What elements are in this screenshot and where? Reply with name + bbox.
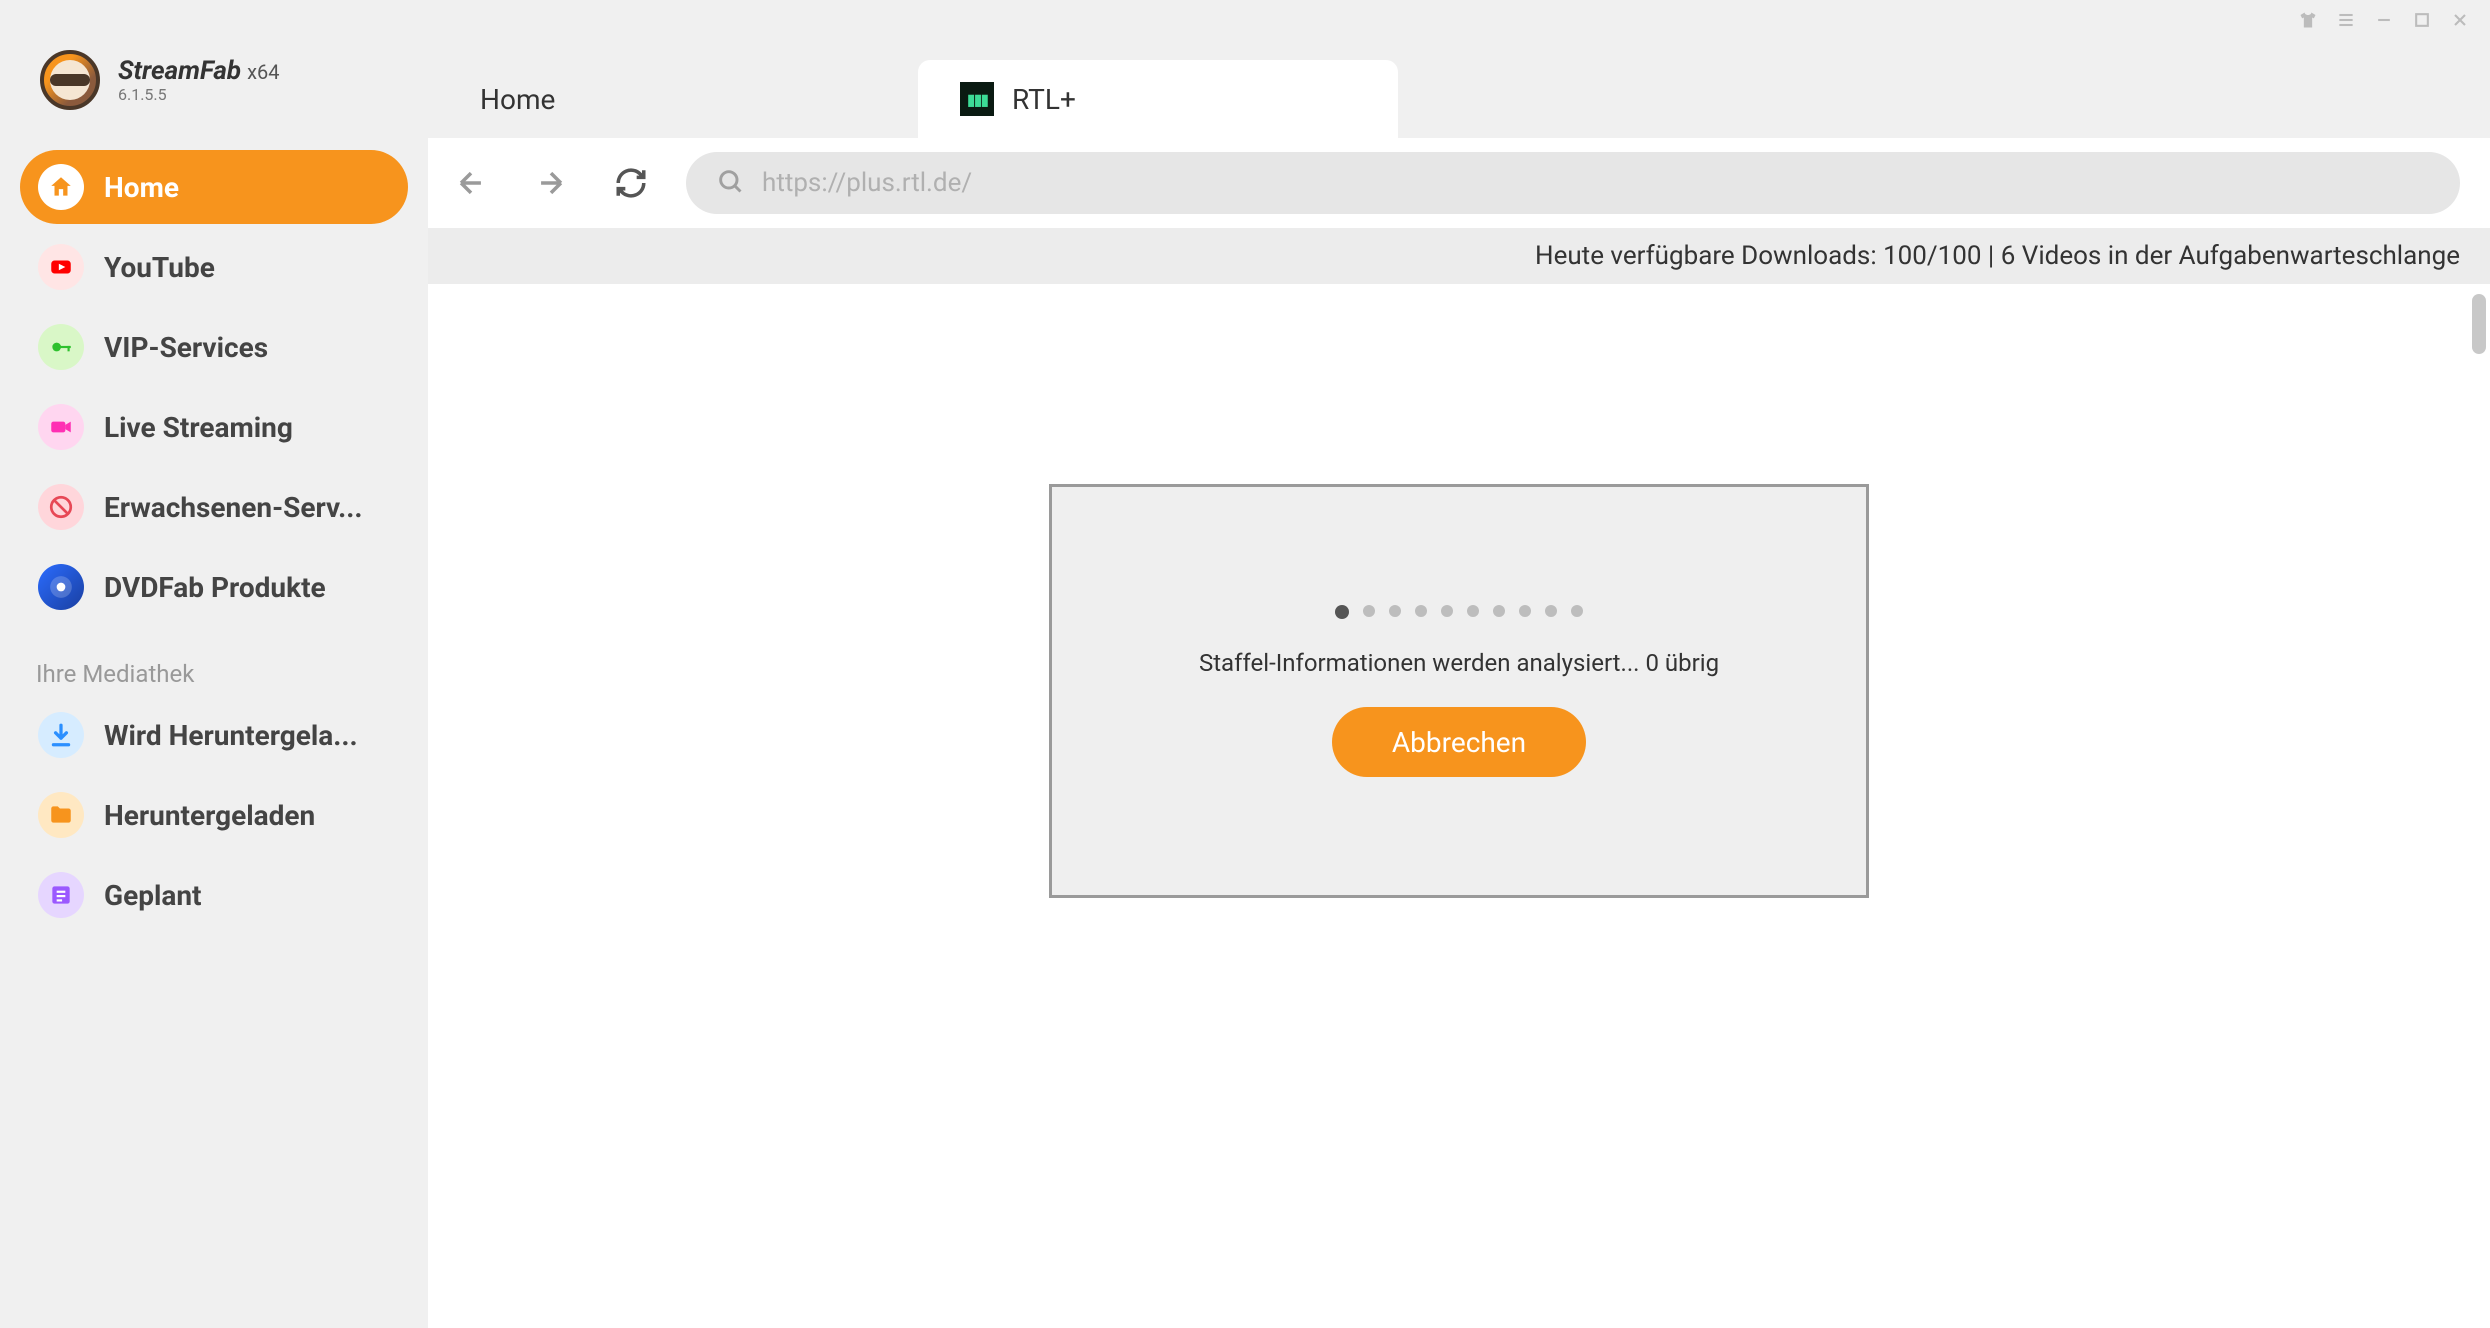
folder-icon <box>38 792 84 838</box>
sidebar-item-label: YouTube <box>104 251 215 284</box>
sidebar-item-label: Live Streaming <box>104 411 293 444</box>
sidebar-item-adult[interactable]: Erwachsenen-Serv... <box>20 470 408 544</box>
tab-strip: Home ▮▮▮ RTL+ <box>428 0 2490 138</box>
sidebar-item-label: Home <box>104 171 179 204</box>
dvdfab-icon <box>38 564 84 610</box>
tshirt-icon[interactable] <box>2298 10 2318 30</box>
sidebar-item-vip[interactable]: VIP-Services <box>20 310 408 384</box>
key-icon <box>38 324 84 370</box>
forward-button[interactable] <box>526 158 576 208</box>
back-button[interactable] <box>446 158 496 208</box>
spinner-icon <box>1335 605 1583 619</box>
camera-icon <box>38 404 84 450</box>
scrollbar-thumb[interactable] <box>2472 294 2486 354</box>
sidebar-item-label: VIP-Services <box>104 331 268 364</box>
cancel-button[interactable]: Abbrechen <box>1332 707 1586 777</box>
brand-arch: x64 <box>247 61 279 83</box>
tab-rtlplus[interactable]: ▮▮▮ RTL+ <box>918 60 1398 138</box>
address-bar[interactable] <box>686 152 2460 214</box>
maximize-icon[interactable] <box>2412 10 2432 30</box>
home-icon <box>38 164 84 210</box>
nav-primary: Home YouTube VIP-Services Live Streaming <box>0 150 428 624</box>
tab-label: Home <box>480 83 555 116</box>
sidebar-item-label: DVDFab Produkte <box>104 571 326 604</box>
brand: StreamFab x64 6.1.5.5 <box>0 50 428 150</box>
sidebar-item-planned[interactable]: Geplant <box>20 858 408 932</box>
reload-button[interactable] <box>606 158 656 208</box>
adult-blocked-icon <box>38 484 84 530</box>
browser-toolbar <box>428 138 2490 228</box>
analysis-modal: Staffel-Informationen werden analysiert.… <box>1049 484 1869 898</box>
rtlplus-favicon-icon: ▮▮▮ <box>960 82 994 116</box>
main-area: Home ▮▮▮ RTL+ <box>428 0 2490 1328</box>
status-text: Heute verfügbare Downloads: 100/100 | 6 … <box>1535 241 2460 271</box>
sidebar-section-label: Ihre Mediathek <box>0 624 428 698</box>
url-input[interactable] <box>762 168 2430 198</box>
nav-library: Wird Heruntergela... Heruntergeladen Gep… <box>0 698 428 932</box>
brand-version: 6.1.5.5 <box>118 86 280 104</box>
sidebar-item-dvdfab[interactable]: DVDFab Produkte <box>20 550 408 624</box>
list-icon <box>38 872 84 918</box>
hamburger-menu-icon[interactable] <box>2336 10 2356 30</box>
sidebar: StreamFab x64 6.1.5.5 Home YouTube <box>0 0 428 1328</box>
status-bar: Heute verfügbare Downloads: 100/100 | 6 … <box>428 228 2490 284</box>
tab-label: RTL+ <box>1012 83 1076 116</box>
sidebar-item-label: Erwachsenen-Serv... <box>104 491 363 524</box>
sidebar-item-label: Geplant <box>104 879 202 912</box>
sidebar-item-label: Heruntergeladen <box>104 799 315 832</box>
download-icon <box>38 712 84 758</box>
sidebar-item-downloading[interactable]: Wird Heruntergela... <box>20 698 408 772</box>
modal-message: Staffel-Informationen werden analysiert.… <box>1199 649 1719 677</box>
app-window: StreamFab x64 6.1.5.5 Home YouTube <box>0 0 2490 1328</box>
window-controls <box>2278 0 2490 40</box>
youtube-icon <box>38 244 84 290</box>
brand-name: StreamFab <box>118 57 241 86</box>
sidebar-item-home[interactable]: Home <box>20 150 408 224</box>
content-area: Staffel-Informationen werden analysiert.… <box>428 284 2490 1328</box>
brand-logo-icon <box>40 50 100 110</box>
search-icon <box>716 167 744 199</box>
sidebar-item-downloaded[interactable]: Heruntergeladen <box>20 778 408 852</box>
sidebar-item-label: Wird Heruntergela... <box>104 719 358 752</box>
minimize-icon[interactable] <box>2374 10 2394 30</box>
sidebar-item-live[interactable]: Live Streaming <box>20 390 408 464</box>
sidebar-item-youtube[interactable]: YouTube <box>20 230 408 304</box>
close-icon[interactable] <box>2450 10 2470 30</box>
tab-home[interactable]: Home <box>438 60 918 138</box>
